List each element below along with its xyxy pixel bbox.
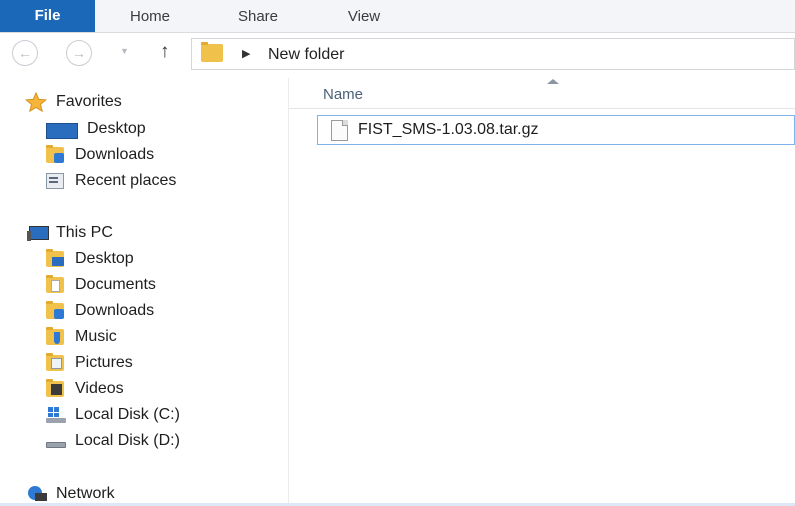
pictures-folder-icon <box>46 353 64 371</box>
desktop-icon <box>46 121 78 139</box>
nav-label: Desktop <box>87 120 146 137</box>
videos-folder-icon <box>46 379 64 397</box>
nav-this-pc[interactable]: This PC <box>27 221 113 245</box>
nav-label: Local Disk (D:) <box>75 432 180 449</box>
nav-this-pc-label: This PC <box>56 224 113 241</box>
nav-label: Downloads <box>75 146 155 163</box>
ribbon: File Home Share View <box>0 0 795 33</box>
address-row: ← → ▼ ↑ ▶ New folder <box>0 33 795 75</box>
nav-network-label: Network <box>56 485 115 502</box>
drive-icon <box>46 433 66 449</box>
nav-this-pc-desktop[interactable]: Desktop <box>46 247 134 271</box>
tab-home[interactable]: Home <box>108 0 192 32</box>
music-folder-icon <box>46 327 64 345</box>
file-row[interactable]: FIST_SMS-1.03.08.tar.gz <box>317 115 795 145</box>
tab-share[interactable]: Share <box>216 0 300 32</box>
tab-view[interactable]: View <box>322 0 406 32</box>
sort-ascending-icon <box>547 79 559 84</box>
recent-places-icon <box>46 173 64 189</box>
nav-label: Documents <box>75 276 156 293</box>
nav-favorites-recent-places[interactable]: Recent places <box>46 169 176 193</box>
nav-this-pc-documents[interactable]: Documents <box>46 273 156 297</box>
up-button[interactable]: ↑ <box>160 41 170 63</box>
nav-favorites-desktop[interactable]: Desktop <box>46 117 146 141</box>
nav-this-pc-local-disk-c[interactable]: Local Disk (C:) <box>46 403 180 427</box>
up-arrow-icon: ↑ <box>160 41 170 62</box>
address-bar[interactable]: ▶ New folder <box>191 38 795 70</box>
nav-label: Downloads <box>75 302 155 319</box>
downloads-folder-icon <box>46 145 64 163</box>
nav-favorites-downloads[interactable]: Downloads <box>46 143 154 167</box>
nav-label: Pictures <box>75 354 133 371</box>
forward-arrow-icon: → <box>72 45 86 61</box>
nav-this-pc-downloads[interactable]: Downloads <box>46 299 154 323</box>
network-icon <box>27 486 47 502</box>
desktop-folder-icon <box>46 249 64 267</box>
navigation-pane: Favorites Desktop Downloads Recent place… <box>0 78 289 506</box>
chevron-down-icon: ▼ <box>120 46 129 56</box>
file-icon <box>331 119 348 141</box>
file-list: Name FIST_SMS-1.03.08.tar.gz <box>289 78 795 506</box>
file-name: FIST_SMS-1.03.08.tar.gz <box>358 121 539 138</box>
nav-favorites-label: Favorites <box>56 93 122 110</box>
nav-this-pc-videos[interactable]: Videos <box>46 377 124 401</box>
windows-drive-icon <box>46 407 66 423</box>
nav-label: Videos <box>75 380 124 397</box>
nav-this-pc-music[interactable]: Music <box>46 325 117 349</box>
star-icon <box>25 92 47 112</box>
back-button[interactable]: ← <box>12 40 38 66</box>
column-header-name[interactable]: Name <box>323 86 363 103</box>
nav-label: Local Disk (C:) <box>75 406 180 423</box>
nav-this-pc-local-disk-d[interactable]: Local Disk (D:) <box>46 429 180 453</box>
breadcrumb-new-folder[interactable]: New folder <box>268 46 344 64</box>
downloads-folder-icon <box>46 301 64 319</box>
nav-favorites[interactable]: Favorites <box>25 90 122 114</box>
nav-label: Music <box>75 328 117 345</box>
column-header: Name <box>289 78 795 109</box>
folder-icon <box>201 42 223 62</box>
back-arrow-icon: ← <box>18 45 32 61</box>
forward-button[interactable]: → <box>66 40 92 66</box>
documents-folder-icon <box>46 275 64 293</box>
nav-label: Recent places <box>75 172 177 189</box>
breadcrumb-arrow-icon[interactable]: ▶ <box>242 47 250 60</box>
computer-icon <box>27 225 49 241</box>
tab-file[interactable]: File <box>0 0 95 32</box>
nav-label: Desktop <box>75 250 134 267</box>
nav-this-pc-pictures[interactable]: Pictures <box>46 351 133 375</box>
recent-locations-button[interactable]: ▼ <box>120 46 129 56</box>
